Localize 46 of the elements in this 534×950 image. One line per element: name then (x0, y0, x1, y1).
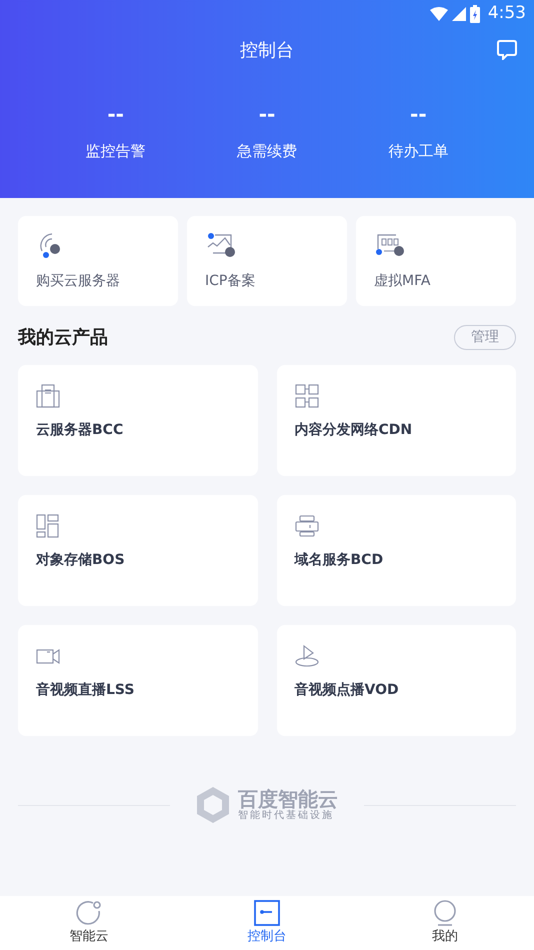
stat-value[interactable]: -- (258, 102, 276, 126)
quick-action-card[interactable]: 虚拟MFA (356, 216, 516, 306)
product-name: 域名服务BCD (294, 551, 384, 570)
printer-icon (294, 514, 318, 538)
wifi-icon (430, 7, 448, 21)
quick-action-card[interactable]: ICP备案 (187, 216, 347, 306)
status-time: 4:53 (488, 2, 526, 26)
console-icon (254, 900, 280, 926)
stat-label[interactable]: 待办工单 (388, 140, 448, 162)
stat-label[interactable]: 监控告警 (86, 140, 146, 162)
quick-action-label: ICP备案 (205, 272, 256, 291)
logo-slogan: 智能时代基础设施 (238, 810, 334, 822)
section-title: 我的云产品 (18, 326, 108, 350)
cube-logo-icon (196, 786, 230, 824)
circle-icon (76, 900, 102, 926)
tab-bar-item[interactable]: 智能云 (0, 896, 178, 950)
product-card[interactable]: 云服务器BCC (18, 365, 258, 476)
product-name: 内容分发网络CDN (294, 420, 414, 440)
product-card[interactable]: 音视频直播LSS (18, 625, 258, 736)
chart-icon (205, 231, 235, 259)
tab-bar-item[interactable]: 我的 (356, 896, 534, 950)
storage-blocks-icon (36, 514, 60, 538)
play-icon (294, 644, 318, 668)
product-card[interactable]: 音视频点播VOD (276, 625, 516, 736)
stat-value[interactable]: -- (107, 102, 124, 126)
quick-action-label: 购买云服务器 (36, 272, 121, 291)
grid-icon (294, 384, 318, 408)
logo-text: 百度智能云 (238, 788, 338, 810)
product-card[interactable]: 域名服务BCD (276, 495, 516, 606)
quick-action-card[interactable]: 购买云服务器 (18, 216, 178, 306)
tab-bar-item[interactable]: 控制台 (178, 896, 356, 950)
battery-icon (470, 5, 480, 23)
message-icon[interactable] (497, 40, 517, 60)
person-icon (432, 900, 458, 926)
server-icon (36, 384, 60, 408)
product-name: 音视频点播VOD (294, 680, 400, 700)
product-name: 云服务器BCC (36, 421, 124, 440)
product-card[interactable]: 内容分发网络CDN (276, 365, 516, 476)
signal-icon (452, 7, 466, 21)
page-title: 控制台 (240, 38, 294, 62)
product-name: 对象存储BOS (36, 551, 126, 570)
product-name: 音视频直播LSS (36, 680, 136, 700)
stat-value[interactable]: -- (410, 102, 427, 126)
quick-action-label: 虚拟MFA (374, 272, 432, 291)
product-card[interactable]: 对象存储BOS (18, 495, 258, 606)
stat-label[interactable]: 急需续费 (236, 140, 297, 162)
